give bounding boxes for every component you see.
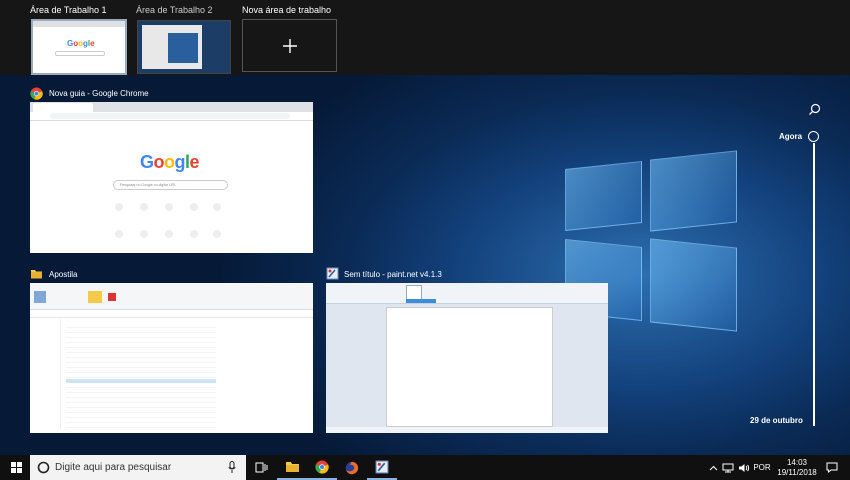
windows-logo-pane — [565, 160, 642, 232]
plus-icon — [282, 38, 297, 53]
taskbar-search-box[interactable]: Digite aqui para pesquisar — [30, 455, 246, 480]
paintnet-window-thumbnail[interactable] — [326, 283, 608, 433]
cortana-circle-icon — [37, 461, 50, 474]
notification-icon — [826, 462, 838, 473]
google-search-box[interactable]: Pesquisar no Google ou digitar URL — [113, 180, 228, 190]
start-button[interactable] — [0, 455, 32, 480]
volume-tray-button[interactable] — [736, 455, 752, 480]
google-logo: Google — [140, 152, 200, 172]
desktop-2-thumbnail[interactable] — [137, 20, 231, 74]
chrome-icon — [30, 87, 43, 100]
task-view-icon — [255, 462, 267, 473]
task-view-button[interactable] — [246, 455, 276, 480]
chevron-up-icon — [709, 465, 717, 470]
clock-time: 14:03 — [786, 457, 808, 467]
file-explorer-icon — [285, 461, 299, 472]
clock[interactable]: 14:03 19/11/2018 — [774, 455, 820, 480]
taskbar-paintnet-button[interactable] — [367, 455, 397, 480]
clock-date: 19/11/2018 — [777, 467, 817, 477]
desktop-2-label: Área de Trabalho 2 — [136, 5, 213, 15]
show-hidden-icons-button[interactable] — [706, 455, 720, 480]
paintnet-icon — [326, 267, 339, 280]
action-center-button[interactable] — [822, 455, 842, 480]
new-desktop-button[interactable] — [242, 19, 337, 72]
search-icon[interactable] — [808, 103, 821, 121]
windows-logo-pane — [650, 238, 737, 332]
folder-icon — [30, 267, 43, 280]
paintnet-icon — [375, 460, 389, 473]
google-search-placeholder: Pesquisar no Google ou digitar URL — [120, 183, 177, 187]
taskbar: Digite aqui para pesquisar POR 14:03 19/… — [0, 455, 850, 480]
timeline-scrollbar[interactable] — [813, 143, 815, 426]
network-tray-button[interactable] — [720, 455, 736, 480]
chrome-window-thumbnail[interactable]: Google Pesquisar no Google ou digitar UR… — [30, 102, 313, 253]
paintnet-window-title: Sem título - paint.net v4.1.3 — [344, 270, 442, 279]
taskbar-chrome-button[interactable] — [307, 455, 337, 480]
new-desktop-label: Nova área de trabalho — [242, 5, 332, 15]
taskbar-firefox-button[interactable] — [337, 455, 367, 480]
timeline-date-label: 29 de outubro — [750, 416, 803, 425]
virtual-desktops-bar: Área de Trabalho 1 Google Área de Trabal… — [0, 0, 850, 75]
chrome-window-title: Nova guia - Google Chrome — [49, 89, 149, 98]
timeline-current-marker[interactable] — [808, 131, 819, 142]
language-label: POR — [753, 463, 771, 472]
explorer-window-title: Apostila — [49, 270, 78, 279]
taskbar-explorer-button[interactable] — [277, 455, 307, 480]
desktop-1-label: Área de Trabalho 1 — [30, 5, 107, 15]
windows-logo-pane — [650, 150, 737, 232]
windows-start-icon — [10, 462, 22, 473]
desktop-1-thumbnail[interactable]: Google — [31, 19, 127, 75]
google-logo-mini: Google — [67, 39, 95, 48]
firefox-icon — [345, 461, 359, 474]
language-indicator[interactable]: POR — [752, 455, 772, 480]
chrome-icon — [315, 460, 329, 474]
explorer-window-thumbnail[interactable] — [30, 283, 313, 433]
speaker-icon — [739, 463, 750, 472]
microphone-icon[interactable] — [228, 461, 236, 474]
taskbar-search-placeholder: Digite aqui para pesquisar — [55, 462, 172, 473]
network-icon — [722, 463, 734, 472]
timeline-now-label: Agora — [779, 132, 803, 141]
